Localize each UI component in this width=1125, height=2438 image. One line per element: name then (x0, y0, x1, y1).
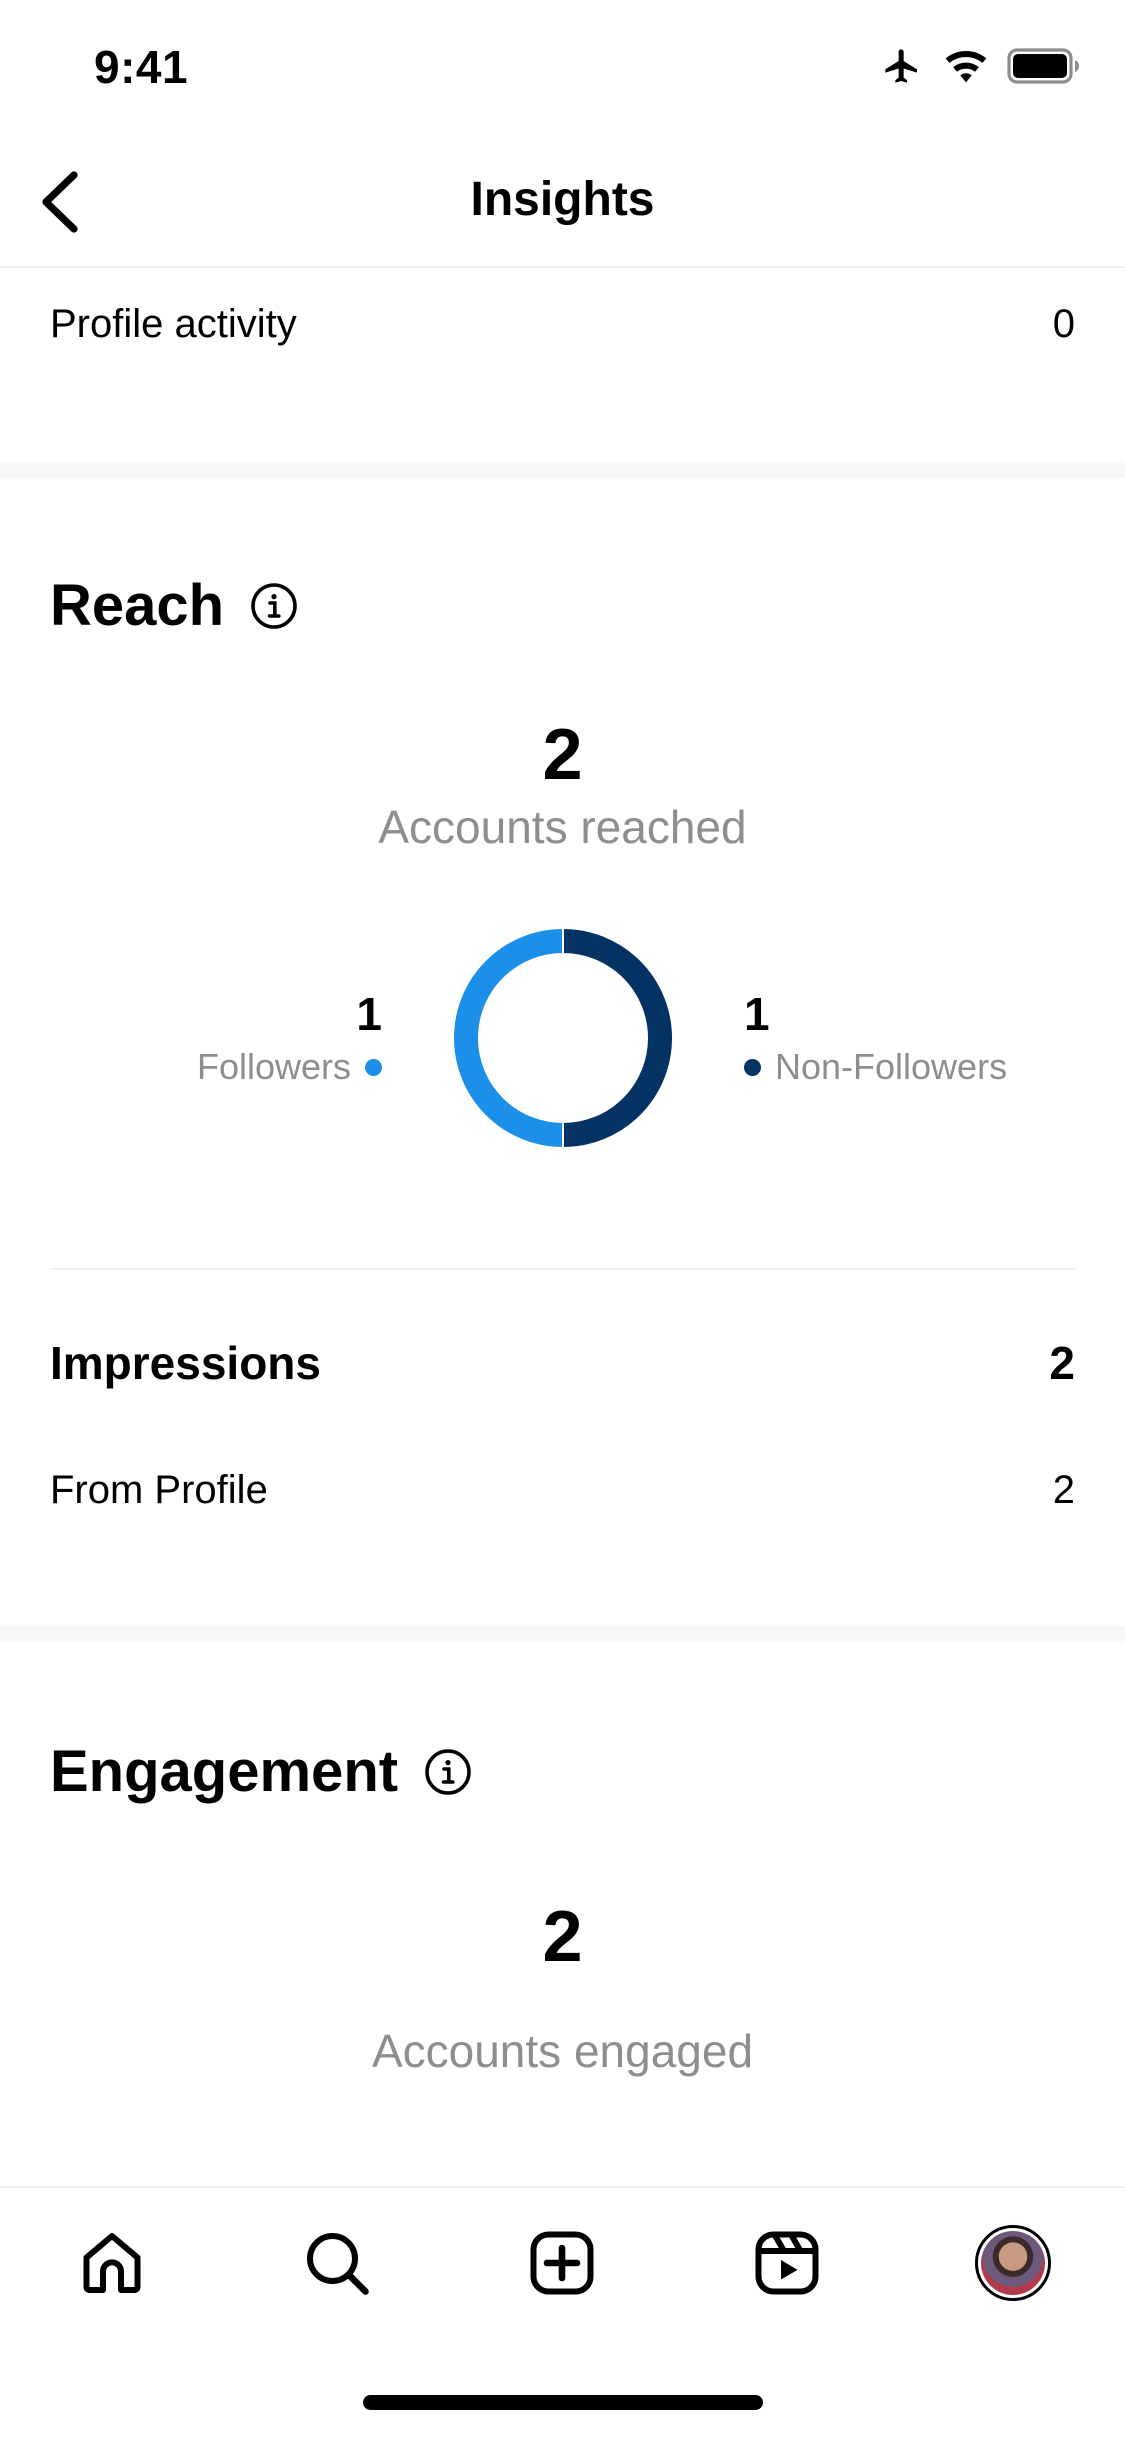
section-divider (0, 462, 1125, 478)
accounts-reached-count: 2 (542, 715, 583, 795)
reach-donut-chart (452, 927, 674, 1149)
from-profile-label: From Profile (50, 1468, 268, 1512)
followers-label: Followers (196, 1046, 351, 1087)
accounts-engaged-count: 2 (542, 1897, 583, 1977)
impressions-row: Impressions 2 (50, 1336, 1075, 1390)
reach-header: Reach (50, 572, 298, 639)
tab-home[interactable] (69, 2220, 155, 2306)
page-title: Insights (470, 173, 655, 226)
status-icons (879, 46, 1081, 86)
from-profile-row: From Profile 2 (50, 1468, 1075, 1513)
impressions-label: Impressions (50, 1337, 321, 1389)
profile-activity-row[interactable]: Profile activity 0 (50, 302, 1075, 347)
profile-activity-label: Profile activity (50, 302, 297, 346)
non-followers-label: Non-Followers (775, 1046, 1008, 1087)
reach-divider (50, 1268, 1075, 1270)
battery-icon (1007, 48, 1079, 84)
status-time: 9:41 (94, 41, 189, 93)
accounts-reached-label: Accounts reached (378, 801, 747, 853)
airplane-icon (885, 49, 917, 83)
followers-dot (365, 1058, 382, 1076)
tab-create[interactable] (519, 2220, 605, 2306)
tab-profile[interactable] (970, 2220, 1056, 2306)
non-followers-dot (744, 1058, 761, 1076)
tab-search[interactable] (294, 2220, 380, 2306)
followers-count: 1 (356, 988, 382, 1040)
impressions-value: 2 (1049, 1337, 1075, 1389)
engagement-header: Engagement (50, 1738, 472, 1805)
info-icon[interactable] (250, 582, 298, 630)
accounts-engaged-label: Accounts engaged (371, 2025, 754, 2077)
donut-segment-followers (452, 927, 564, 1149)
home-icon (83, 2233, 141, 2293)
avatar (975, 2225, 1051, 2301)
search-icon (307, 2233, 369, 2295)
reels-icon (755, 2231, 819, 2295)
home-indicator (363, 2395, 763, 2410)
donut-segment-non-followers (562, 927, 674, 1149)
wifi-icon (945, 51, 987, 83)
info-icon[interactable] (424, 1748, 472, 1796)
non-followers-legend: 1 Non-Followers (744, 990, 1007, 1088)
create-icon (530, 2231, 594, 2295)
reach-title: Reach (50, 573, 225, 638)
non-followers-count: 1 (744, 988, 770, 1040)
tab-reels[interactable] (744, 2220, 830, 2306)
from-profile-value: 2 (1052, 1468, 1075, 1512)
nav-bar: Insights (0, 140, 1125, 268)
profile-activity-value: 0 (1052, 302, 1075, 346)
followers-legend: 1 Followers (197, 990, 382, 1088)
engagement-title: Engagement (50, 1739, 399, 1804)
section-divider (0, 1626, 1125, 1642)
